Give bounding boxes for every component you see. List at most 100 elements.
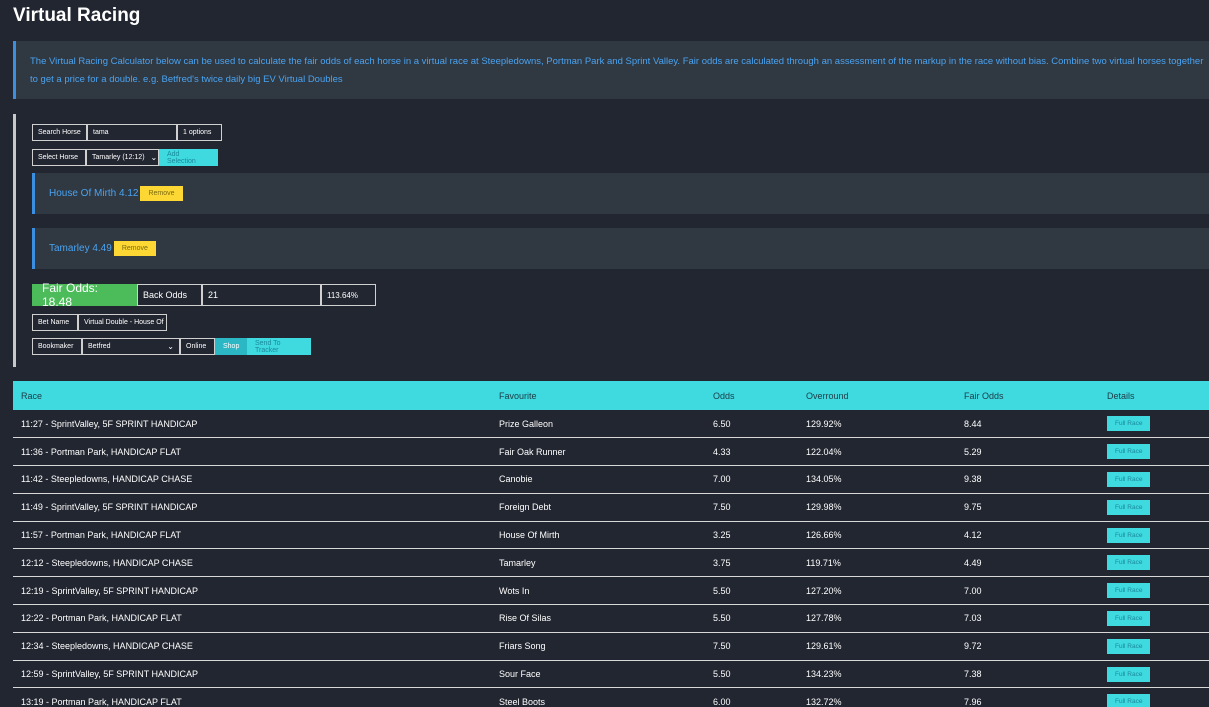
header-fair-odds: Fair Odds [964,390,1004,401]
overround-cell: 129.61% [806,641,842,652]
overround-cell: 129.98% [806,502,842,513]
favourite-cell: Prize Galleon [499,418,554,429]
fair-odds-cell: 8.44 [964,418,982,429]
table-row: 12:12 - Steepledowns, HANDICAP CHASE Tama… [13,549,1209,577]
fair-odds-cell: 9.72 [964,641,982,652]
bet-name-row: Bet Name Virtual Double - House Of [32,314,167,331]
overround-cell: 129.92% [806,418,842,429]
send-to-tracker-button[interactable]: Send To Tracker [247,338,311,355]
select-label: Select Horse [32,149,86,166]
fair-odds-cell: 9.38 [964,474,982,485]
details-cell: Full Race [1099,660,1209,688]
favourite-cell: Rise Of Silas [499,613,552,624]
full-race-button[interactable]: Full Race [1107,555,1151,571]
value-percent: 113.64% [321,284,376,306]
fair-odds-cell: 7.03 [964,613,982,624]
horse-select[interactable]: Tamarley (12:12) ⌄ [86,149,159,166]
details-cell: Full Race [1099,577,1209,605]
full-race-button[interactable]: Full Race [1107,527,1151,543]
full-race-button[interactable]: Full Race [1107,444,1151,460]
bookmaker-label: Bookmaker [32,338,82,355]
overround-cell: 122.04% [806,446,842,457]
favourite-cell: Tamarley [499,557,536,568]
table-row: 11:27 - SprintValley, 5F SPRINT HANDICAP… [13,410,1209,438]
odds-cell: 6.50 [713,418,731,429]
fair-odds-cell: 4.12 [964,530,982,541]
remove-button[interactable]: Remove [113,241,156,256]
odds-cell: 7.00 [713,474,731,485]
table-row: 13:19 - Portman Park, HANDICAP FLAT Steel… [13,688,1209,707]
full-race-button[interactable]: Full Race [1107,610,1151,626]
fair-odds-cell: 7.00 [964,585,982,596]
online-toggle[interactable]: Online [180,338,215,355]
race-cell: 13:19 - Portman Park, HANDICAP FLAT [21,696,182,707]
full-race-button[interactable]: Full Race [1107,499,1151,515]
full-race-button[interactable]: Full Race [1107,583,1151,599]
race-cell: 11:42 - Steepledowns, HANDICAP CHASE [21,474,193,485]
options-count: 1 options [177,124,222,141]
fair-odds-cell: 7.38 [964,669,982,680]
fair-odds-cell: 4.49 [964,557,982,568]
info-box: The Virtual Racing Calculator below can … [13,41,1209,99]
race-cell: 12:34 - Steepledowns, HANDICAP CHASE [21,641,193,652]
odds-cell: 5.50 [713,613,731,624]
favourite-cell: Fair Oak Runner [499,446,566,457]
table-row: 12:34 - Steepledowns, HANDICAP CHASE Fria… [13,632,1209,661]
fair-odds-cell: 5.29 [964,446,982,457]
table-row: 12:19 - SprintValley, 5F SPRINT HANDICAP… [13,577,1209,605]
header-race: Race [21,390,43,401]
bookmaker-row: Bookmaker Betfred ⌄ Online Shop Send To … [32,338,311,355]
chevron-down-icon: ⌄ [150,153,158,162]
full-race-button[interactable]: Full Race [1107,416,1151,432]
selection-item: House Of Mirth 4.12 Remove [32,173,1209,214]
add-selection-button[interactable]: Add Selection [159,149,218,166]
overround-cell: 126.66% [806,530,842,541]
search-row: Search Horse tama 1 options [32,124,222,141]
details-cell: Full Race [1099,549,1209,577]
favourite-cell: Canobie [499,474,533,485]
details-cell: Full Race [1099,688,1209,707]
odds-cell: 6.00 [713,696,731,707]
header-favourite: Favourite [499,390,537,401]
fair-odds-badge: Fair Odds: 18.48 [32,281,137,309]
calculator-panel: Search Horse tama 1 options Select Horse… [13,114,1209,367]
overround-cell: 127.20% [806,585,842,596]
header-details: Details [1107,390,1135,401]
favourite-cell: Friars Song [499,641,546,652]
overround-cell: 127.78% [806,613,842,624]
full-race-button[interactable]: Full Race [1107,638,1151,654]
race-cell: 12:19 - SprintValley, 5F SPRINT HANDICAP [21,585,199,596]
overround-cell: 119.71% [806,557,841,568]
full-race-button[interactable]: Full Race [1107,471,1151,487]
odds-cell: 5.50 [713,585,731,596]
table-row: 11:42 - Steepledowns, HANDICAP CHASE Cano… [13,466,1209,494]
full-race-button[interactable]: Full Race [1107,666,1151,682]
odds-cell: 7.50 [713,641,731,652]
selection-name: House Of Mirth 4.12 [49,188,139,199]
header-odds: Odds [713,390,735,401]
page-title: Virtual Racing [13,5,141,26]
bet-name-input[interactable]: Virtual Double - House Of [78,314,167,331]
back-odds-input[interactable]: 21 [202,284,321,306]
details-cell: Full Race [1099,632,1209,660]
details-cell: Full Race [1099,438,1209,466]
overround-cell: 134.05% [806,474,842,485]
bookmaker-select[interactable]: Betfred ⌄ [82,338,180,355]
horse-select-value: Tamarley (12:12) [92,154,145,161]
favourite-cell: House Of Mirth [499,530,560,541]
remove-button[interactable]: Remove [140,186,183,201]
fair-odds-cell: 9.75 [964,502,982,513]
fair-odds-cell: 7.96 [964,696,982,707]
full-race-button[interactable]: Full Race [1107,694,1151,707]
details-cell: Full Race [1099,466,1209,494]
race-cell: 12:59 - SprintValley, 5F SPRINT HANDICAP [21,669,199,680]
search-input[interactable]: tama [87,124,177,141]
table-row: 12:22 - Portman Park, HANDICAP FLAT Rise … [13,605,1209,633]
select-row: Select Horse Tamarley (12:12) ⌄ Add Sele… [32,149,218,166]
details-cell: Full Race [1099,493,1209,521]
overround-cell: 132.72% [806,696,842,707]
bookmaker-value: Betfred [88,343,111,350]
details-cell: Full Race [1099,605,1209,633]
back-odds-label: Back Odds [137,284,202,306]
shop-toggle[interactable]: Shop [215,338,247,355]
